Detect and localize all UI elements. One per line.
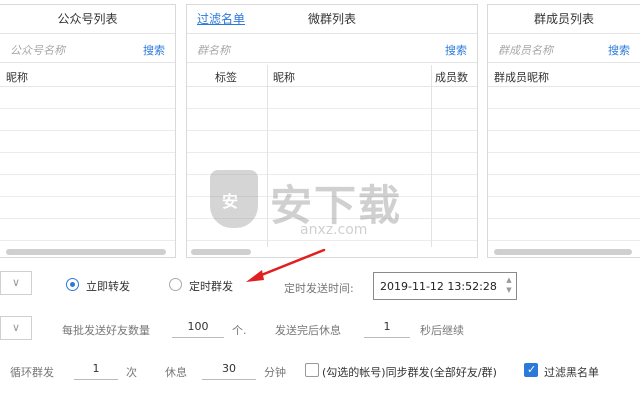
table-rows	[0, 87, 175, 247]
col-members[interactable]: 成员数	[435, 69, 468, 85]
horizontal-scrollbar[interactable]	[6, 249, 166, 255]
batch-size-unit: 个.	[232, 324, 247, 337]
table-rows	[488, 87, 640, 247]
official-accounts-panel: 公众号列表 公众号名称 搜索 昵称	[0, 4, 176, 258]
official-accounts-table: 昵称	[0, 65, 175, 257]
horizontal-scrollbar[interactable]	[494, 249, 632, 255]
sync-send-label[interactable]: (勾选的帐号)同步群发(全部好友/群)	[322, 364, 497, 380]
watermark-url: anxz.com	[300, 222, 368, 238]
rest-unit: 秒后继续	[420, 324, 464, 337]
radio-scheduled[interactable]	[169, 278, 182, 291]
group-members-table: 群成员昵称	[488, 65, 640, 257]
filter-list-link[interactable]: 过滤名单	[197, 5, 245, 33]
dropdown-2[interactable]: ∨	[0, 316, 32, 340]
watermark: 安 安下载 anxz.com	[210, 170, 440, 240]
groups-title: 微群列表	[307, 12, 356, 26]
schedule-time-label: 定时发送时间:	[284, 282, 354, 295]
official-accounts-title: 公众号列表	[0, 5, 175, 33]
members-table-header: 群成员昵称	[488, 65, 640, 87]
official-search-row: 公众号名称 搜索	[0, 33, 175, 63]
sync-send-checkbox[interactable]	[305, 363, 319, 377]
radio-scheduled-label[interactable]: 定时群发	[189, 278, 233, 294]
groups-search-input[interactable]: 群名称	[197, 42, 230, 58]
batch-size-label: 每批发送好友数量	[62, 324, 150, 337]
pause-minutes-input[interactable]: 30	[202, 358, 256, 380]
schedule-datetime-value: 2019-11-12 13:52:28	[380, 280, 497, 293]
radio-immediate[interactable]	[66, 278, 79, 291]
official-search-input[interactable]: 公众号名称	[10, 42, 65, 58]
rest-label: 发送完后休息	[275, 324, 341, 337]
groups-search-row: 群名称 搜索	[187, 33, 477, 63]
schedule-datetime-picker[interactable]: 2019-11-12 13:52:28 ▲ ▼	[373, 272, 517, 300]
group-members-panel: 群成员列表 群成员名称 搜索 群成员昵称	[487, 4, 640, 258]
shield-logo-icon: 安	[210, 170, 258, 228]
rest-input[interactable]: 1	[364, 316, 410, 338]
loop-count-input[interactable]: 1	[74, 358, 118, 380]
col-member-nickname[interactable]: 群成员昵称	[494, 69, 549, 85]
chevron-down-icon: ∨	[12, 321, 21, 334]
chevron-down-icon: ∨	[12, 276, 21, 289]
groups-title-bar: 过滤名单 微群列表	[187, 5, 477, 33]
dropdown-1[interactable]: ∨	[0, 271, 32, 295]
loop-count-unit: 次	[126, 366, 137, 379]
loop-send-label: 循环群发	[10, 366, 54, 379]
pause-unit: 分钟	[264, 366, 286, 379]
pause-label: 休息	[165, 366, 187, 379]
groups-search-button[interactable]: 搜索	[445, 42, 467, 58]
members-search-input[interactable]: 群成员名称	[498, 42, 553, 58]
official-table-header: 昵称	[0, 65, 175, 87]
group-members-title: 群成员列表	[488, 5, 640, 33]
col-tag[interactable]: 标签	[215, 69, 237, 85]
filter-blacklist-label[interactable]: 过滤黑名单	[544, 364, 599, 380]
batch-size-input[interactable]: 100	[172, 316, 224, 338]
spinner-icon[interactable]: ▲ ▼	[504, 275, 514, 297]
official-search-button[interactable]: 搜索	[143, 42, 165, 58]
radio-immediate-label[interactable]: 立即转发	[86, 278, 130, 294]
groups-table-header: 标签 昵称 成员数	[187, 65, 477, 87]
members-search-button[interactable]: 搜索	[608, 42, 630, 58]
members-search-row: 群成员名称 搜索	[488, 33, 640, 63]
col-nickname[interactable]: 昵称	[6, 69, 28, 85]
col-nickname[interactable]: 昵称	[273, 69, 295, 85]
filter-blacklist-checkbox[interactable]	[524, 363, 538, 377]
